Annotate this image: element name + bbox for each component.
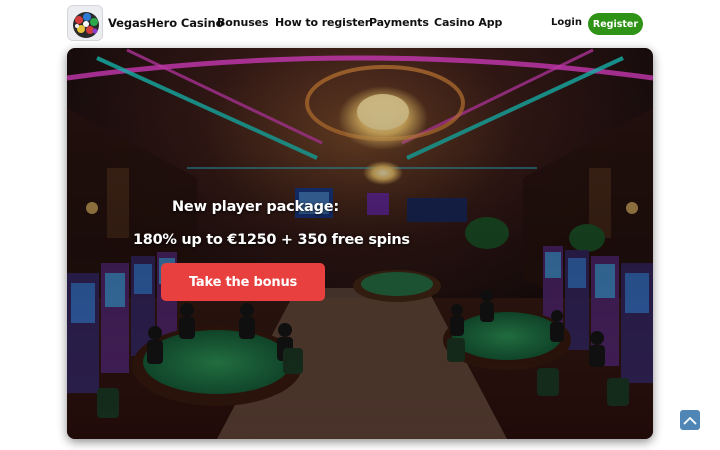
hero-banner: New player package: 180% up to €1250 + 3… [67,48,653,439]
nav-casino-app[interactable]: Casino App [434,16,502,29]
casino-chips-logo-icon [68,6,102,40]
login-link[interactable]: Login [551,17,582,28]
site-header: VegasHero Casino Bonuses How to register… [0,0,720,47]
brand-name[interactable]: VegasHero Casino [108,16,223,30]
hero-title: New player package: [172,199,339,215]
register-button[interactable]: Register [588,13,643,35]
scroll-to-top-button[interactable] [680,410,700,430]
take-bonus-button[interactable]: Take the bonus [161,263,325,301]
nav-payments[interactable]: Payments [369,16,429,29]
nav-how-to-register[interactable]: How to register [275,16,370,29]
hero-offer: 180% up to €1250 + 350 free spins [133,232,410,248]
chevron-up-icon [683,417,697,425]
nav-bonuses[interactable]: Bonuses [217,16,269,29]
casino-chips-logo[interactable] [67,5,103,41]
